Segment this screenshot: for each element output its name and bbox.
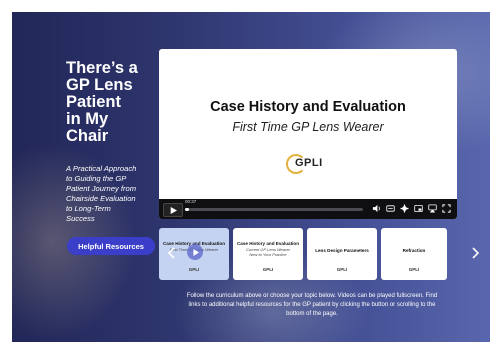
- carousel-tile[interactable]: Case History and Evaluation Current GP L…: [233, 228, 303, 280]
- hero-subtitle-line: A Practical Approach: [66, 164, 137, 173]
- instructions-text: Follow the curriculum above or choose yo…: [167, 292, 457, 319]
- carousel-next-button[interactable]: [468, 246, 482, 260]
- fullscreen-icon[interactable]: [442, 204, 451, 213]
- tile-logo: GPLI: [408, 267, 420, 272]
- hero-subtitle-line: Patient Journey from: [66, 184, 137, 193]
- time-display: 00:37: [185, 199, 197, 204]
- tile-logo: GPLI: [262, 267, 274, 272]
- tile-subtitle: Current GP Lens Wearer New to Your Pract…: [233, 247, 303, 257]
- tile-play-overlay[interactable]: [187, 244, 203, 260]
- hero-title-line: Patient: [66, 93, 122, 111]
- progress-bar[interactable]: [185, 208, 363, 211]
- hero-subtitle-line: Chairside Evaluation: [66, 194, 136, 203]
- play-button[interactable]: [163, 203, 183, 217]
- hero-subtitle-line: to Guiding the GP: [66, 174, 127, 183]
- tile-logo: GPLI: [336, 267, 348, 272]
- gpli-logo: GPLI: [286, 152, 332, 176]
- hero-subtitle-line: to Long-Term: [66, 204, 111, 213]
- carousel-prev-button[interactable]: [165, 246, 179, 260]
- progress-fill: [185, 208, 189, 211]
- settings-icon[interactable]: [400, 204, 409, 213]
- logo-text: GPLI: [295, 157, 323, 169]
- helpful-resources-button[interactable]: Helpful Resources: [67, 237, 155, 255]
- instructions-line: links to additional helpful resources fo…: [188, 302, 436, 308]
- play-icon: [170, 206, 177, 214]
- video-player[interactable]: Case History and Evaluation First Time G…: [159, 49, 457, 219]
- pip-icon[interactable]: [414, 204, 423, 213]
- hero-title-line: in My: [66, 110, 109, 128]
- captions-icon[interactable]: [386, 204, 395, 213]
- hero-title: There’s a GP Lens Patient in My Chair: [66, 60, 162, 145]
- tile-logo: GPLI: [188, 267, 200, 272]
- hero-title-line: Chair: [66, 127, 109, 145]
- play-icon: [192, 248, 199, 256]
- carousel-tile[interactable]: Lens Design Parameters GPLI: [307, 228, 377, 280]
- hero-title-line: GP Lens: [66, 76, 133, 94]
- video-subtitle: First Time GP Lens Wearer: [232, 120, 384, 134]
- chevron-left-icon: [167, 247, 175, 259]
- airplay-icon[interactable]: [428, 204, 437, 213]
- control-icons: [372, 204, 451, 213]
- video-title: Case History and Evaluation: [210, 99, 406, 115]
- tile-title: Refraction: [402, 248, 426, 253]
- instructions-line: Follow the curriculum above or choose yo…: [186, 293, 438, 299]
- instructions-line: bottom of the page.: [286, 311, 338, 317]
- volume-icon[interactable]: [372, 204, 381, 213]
- hero-subtitle-line: Success: [66, 214, 95, 223]
- tile-title: Lens Design Parameters: [315, 248, 369, 253]
- carousel-tile[interactable]: Refraction GPLI: [381, 228, 447, 280]
- hero-title-line: There’s a: [66, 59, 138, 77]
- tile-subtitle-line: New to Your Practice: [249, 252, 287, 257]
- chevron-right-icon: [472, 247, 480, 259]
- hero-subtitle: A Practical Approach to Guiding the GP P…: [66, 164, 164, 224]
- tile-title: Case History and Evaluation: [236, 241, 300, 246]
- video-controls: 00:37: [159, 199, 457, 219]
